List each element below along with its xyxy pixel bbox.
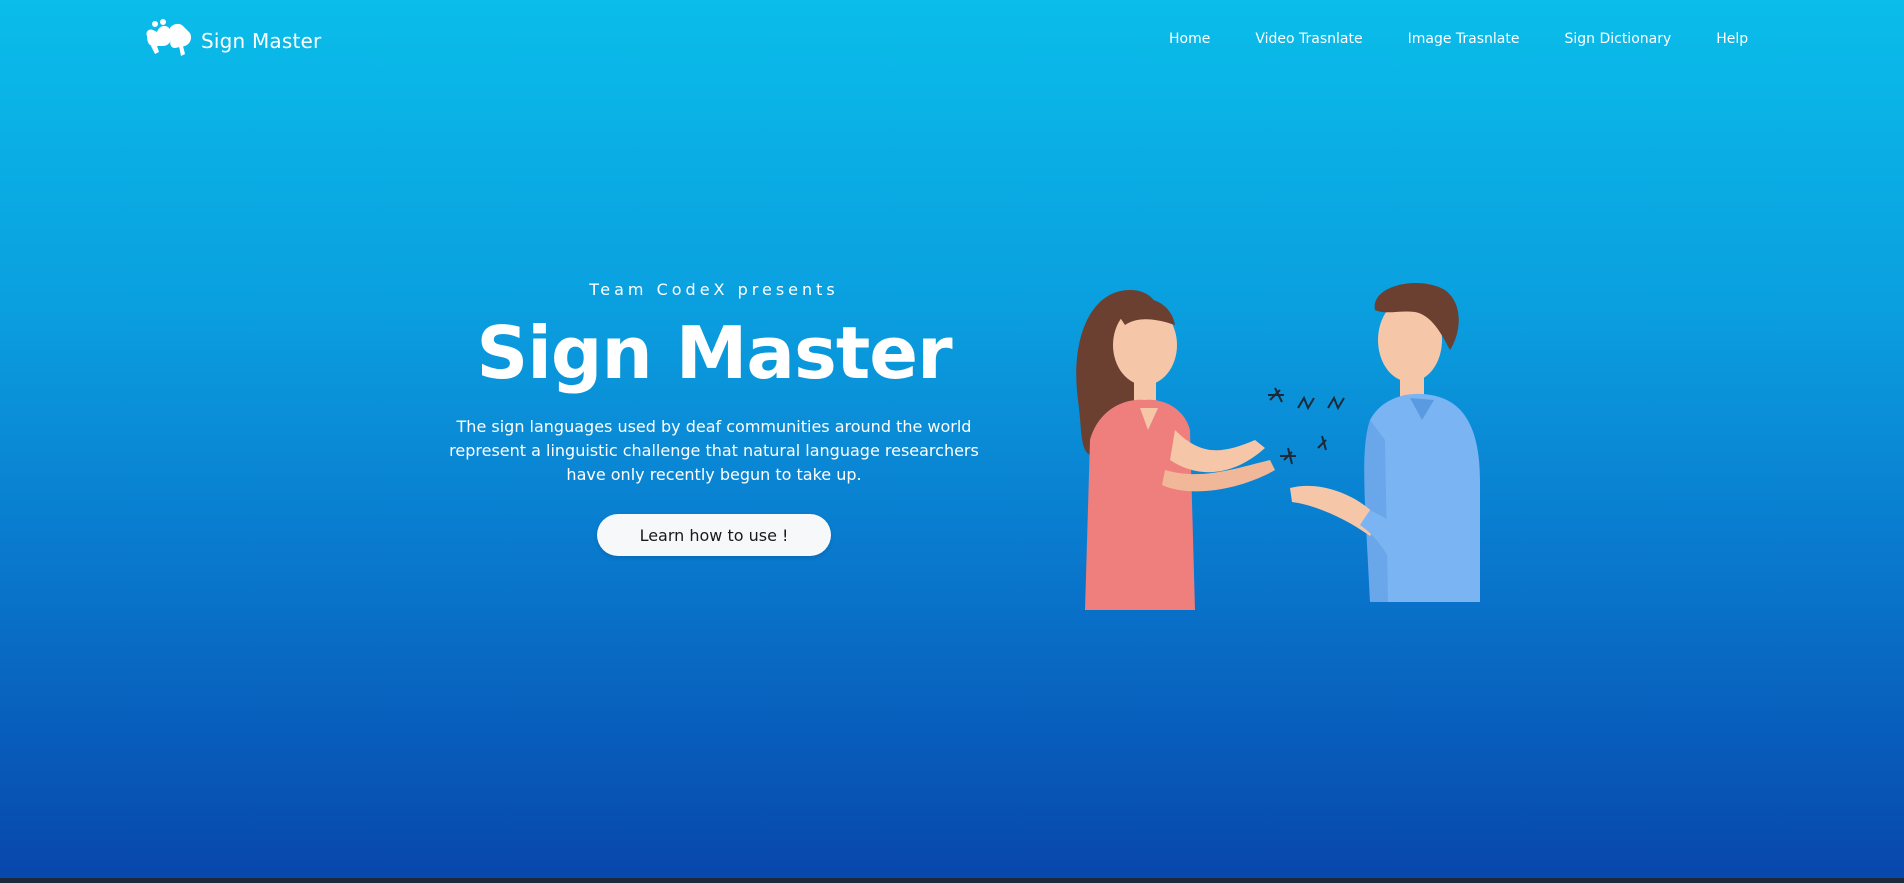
navbar: Sign Master Home Video Trasnlate Image T…: [0, 0, 1904, 80]
sign-marks: [1268, 387, 1345, 465]
man-figure: [1290, 282, 1480, 602]
nav-help[interactable]: Help: [1716, 31, 1748, 47]
hero-presents: Team CodeX presents: [589, 280, 839, 299]
nav-video-translate[interactable]: Video Trasnlate: [1255, 31, 1362, 47]
hero-description: The sign languages used by deaf communit…: [449, 417, 979, 484]
signing-hands-icon: [146, 19, 192, 56]
woman-figure: [1076, 290, 1275, 610]
hero-section: Team CodeX presents Sign Master The sign…: [430, 280, 998, 556]
bottom-strip: [0, 878, 1904, 883]
nav-image-translate[interactable]: Image Trasnlate: [1408, 31, 1520, 47]
nav-sign-dictionary[interactable]: Sign Dictionary: [1564, 31, 1671, 47]
people-signing-illustration: [1076, 282, 1480, 610]
brand-name: Sign Master: [201, 29, 322, 53]
nav-links: Home Video Trasnlate Image Trasnlate Sig…: [1169, 31, 1748, 47]
nav-home[interactable]: Home: [1169, 31, 1210, 47]
hero-title: Sign Master: [476, 311, 952, 395]
brand-logo-link[interactable]: Sign Master: [143, 16, 321, 58]
learn-how-button[interactable]: Learn how to use !: [597, 514, 831, 556]
